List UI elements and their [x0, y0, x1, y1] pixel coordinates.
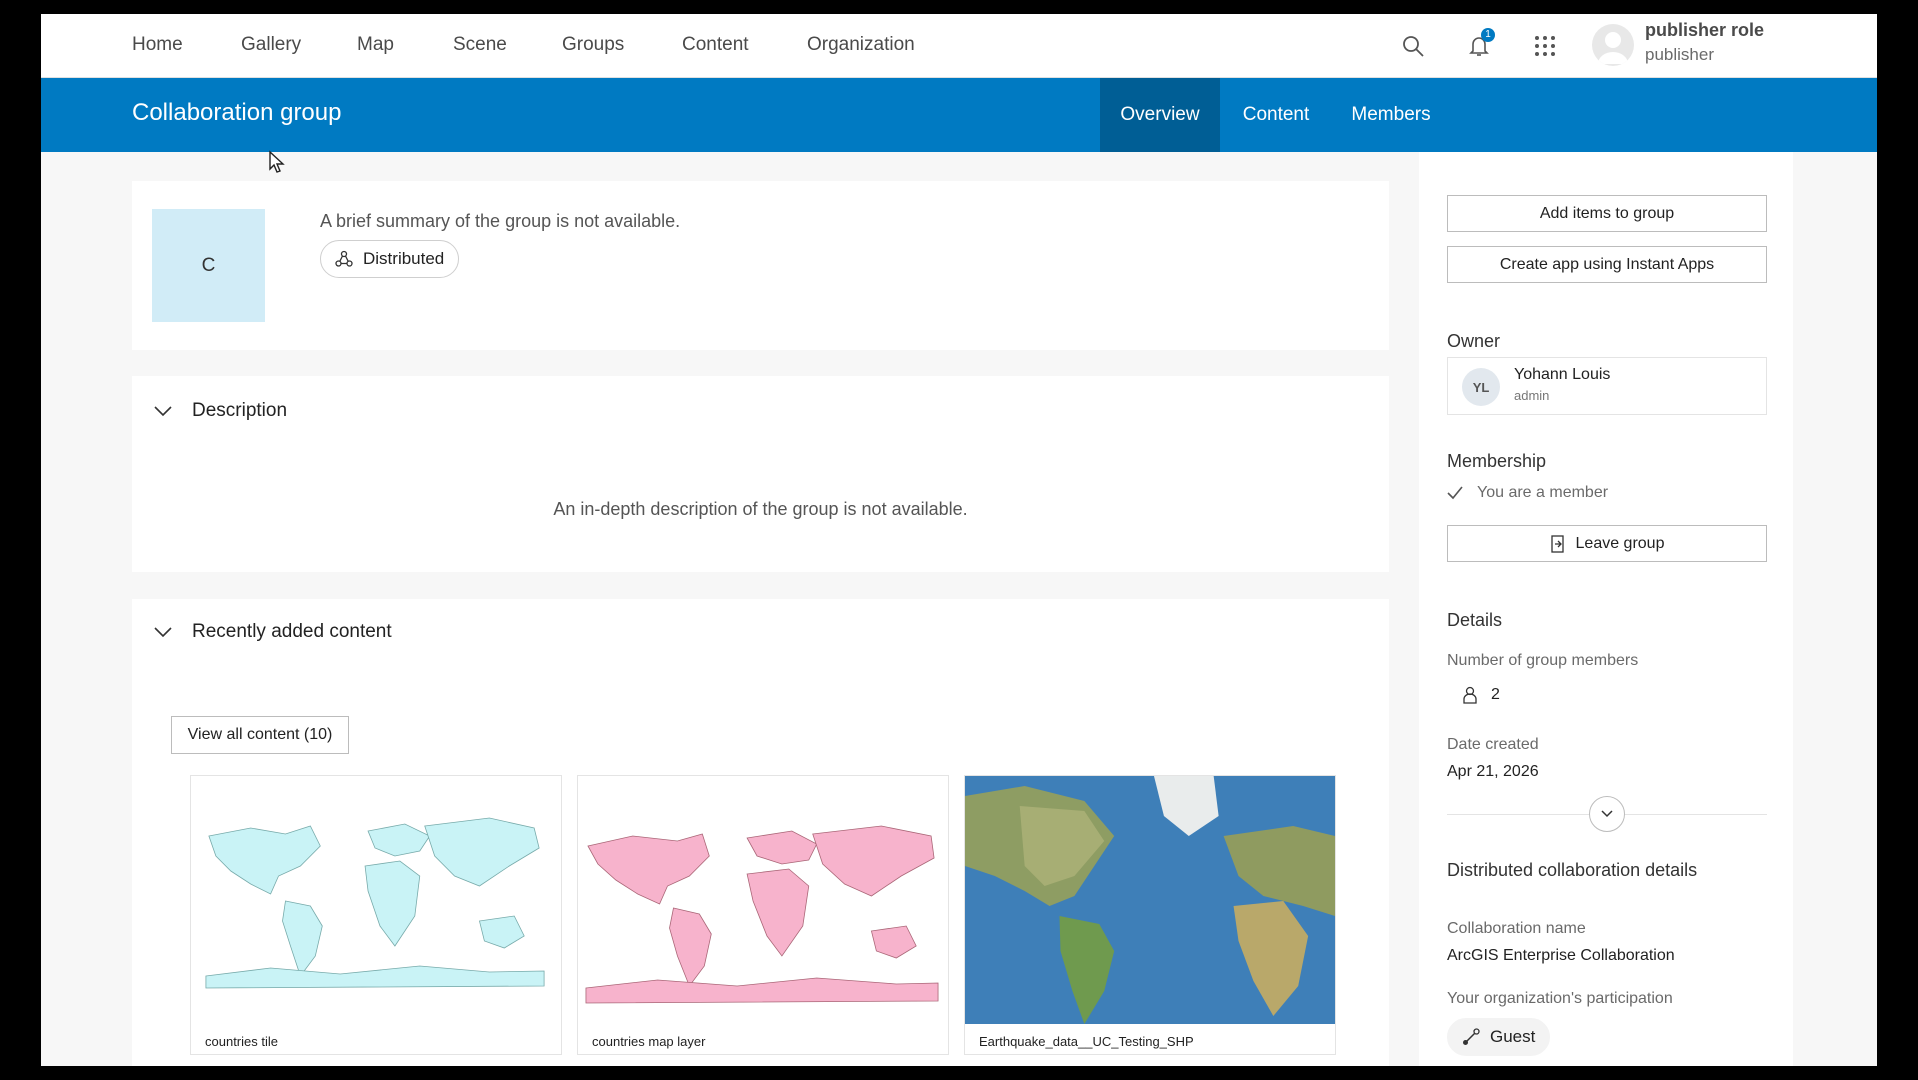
page-title: Collaboration group	[132, 99, 342, 126]
content-item-title[interactable]: countries map layer	[592, 1034, 705, 1049]
members-count-value: 2	[1491, 686, 1500, 703]
mouse-cursor-icon	[269, 150, 285, 173]
chevron-down-icon	[1601, 810, 1613, 818]
check-icon	[1447, 486, 1463, 500]
recent-content-card: Recently added content View all content …	[132, 599, 1389, 1066]
user-avatar[interactable]	[1592, 24, 1634, 66]
content-thumbnail	[578, 776, 948, 1024]
nav-home[interactable]: Home	[132, 34, 183, 56]
nav-scene[interactable]: Scene	[453, 34, 507, 56]
app-window: Home Gallery Map Scene Groups Content Or…	[41, 14, 1877, 1066]
membership-heading: Membership	[1447, 451, 1547, 471]
details-heading: Details	[1447, 610, 1503, 630]
user-name[interactable]: publisher role	[1645, 20, 1764, 41]
content-item-card[interactable]: countries tile	[190, 775, 562, 1055]
leave-group-label: Leave group	[1575, 534, 1665, 552]
link-icon	[1463, 1028, 1480, 1045]
participation-badge: Guest	[1447, 1018, 1551, 1056]
chevron-down-icon	[154, 627, 172, 638]
nav-map[interactable]: Map	[357, 34, 394, 56]
nav-groups[interactable]: Groups	[562, 34, 624, 56]
participation-value: Guest	[1490, 1027, 1536, 1046]
notification-badge: 1	[1481, 28, 1495, 42]
owner-card[interactable]: YL Yohann Louis admin	[1447, 357, 1767, 415]
owner-role: admin	[1514, 388, 1550, 403]
leave-group-button[interactable]: Leave group	[1447, 525, 1767, 562]
distributed-icon	[335, 250, 353, 267]
group-header: Collaboration group Overview Content Mem…	[41, 78, 1877, 152]
group-summary: A brief summary of the group is not avai…	[320, 211, 681, 231]
distributed-label: Distributed	[363, 249, 445, 268]
members-label: Number of group members	[1447, 652, 1639, 669]
owner-avatar: YL	[1462, 368, 1500, 406]
group-thumbnail: C	[152, 209, 265, 322]
membership-status-text: You are a member	[1477, 484, 1609, 501]
content-thumbnail	[965, 776, 1335, 1024]
nav-content[interactable]: Content	[682, 34, 749, 56]
search-icon[interactable]	[1397, 30, 1429, 62]
view-all-content-button[interactable]: View all content (10)	[171, 716, 349, 754]
user-icon	[1463, 686, 1477, 704]
description-toggle[interactable]: Description	[154, 400, 287, 422]
content-item-card[interactable]: countries map layer	[577, 775, 949, 1055]
content-thumbnail	[191, 776, 561, 1024]
create-app-button[interactable]: Create app using Instant Apps	[1447, 246, 1767, 283]
date-created-value: Apr 21, 2026	[1447, 763, 1539, 780]
description-card: Description An in-depth description of t…	[132, 376, 1389, 572]
expand-details-button[interactable]	[1589, 796, 1625, 832]
distributed-badge: Distributed	[320, 240, 460, 278]
content-item-card[interactable]: Earthquake_data__UC_Testing_SHP	[964, 775, 1336, 1055]
tab-content[interactable]: Content	[1220, 78, 1332, 152]
recent-content-heading: Recently added content	[192, 621, 392, 642]
owner-name[interactable]: Yohann Louis	[1514, 366, 1610, 384]
collaboration-name-label: Collaboration name	[1447, 920, 1586, 937]
top-navigation: Home Gallery Map Scene Groups Content Or…	[41, 14, 1877, 78]
date-created-label: Date created	[1447, 736, 1539, 753]
membership-status: You are a member	[1447, 484, 1608, 502]
add-items-button[interactable]: Add items to group	[1447, 195, 1767, 232]
tab-overview[interactable]: Overview	[1100, 78, 1220, 152]
content-item-title[interactable]: countries tile	[205, 1034, 278, 1049]
description-heading: Description	[192, 400, 288, 421]
owner-heading: Owner	[1447, 331, 1501, 351]
user-role: publisher	[1645, 45, 1714, 64]
members-count: 2	[1463, 686, 1500, 704]
content-item-title[interactable]: Earthquake_data__UC_Testing_SHP	[979, 1034, 1194, 1049]
description-text: An in-depth description of the group is …	[553, 499, 968, 519]
collaboration-heading: Distributed collaboration details	[1447, 860, 1698, 880]
collaboration-name: ArcGIS Enterprise Collaboration	[1447, 947, 1675, 964]
group-summary-card: C A brief summary of the group is not av…	[132, 181, 1389, 350]
tab-members[interactable]: Members	[1332, 78, 1450, 152]
bell-icon[interactable]: 1	[1463, 28, 1495, 62]
participation-label: Your organization's participation	[1447, 990, 1673, 1007]
app-launcher-icon[interactable]	[1529, 30, 1561, 62]
nav-gallery[interactable]: Gallery	[241, 34, 301, 56]
leave-icon	[1550, 534, 1564, 553]
group-sidebar: Add items to group Create app using Inst…	[1419, 152, 1793, 1066]
chevron-down-icon	[154, 406, 172, 417]
nav-organization[interactable]: Organization	[807, 34, 915, 56]
recent-content-toggle[interactable]: Recently added content	[154, 621, 392, 643]
